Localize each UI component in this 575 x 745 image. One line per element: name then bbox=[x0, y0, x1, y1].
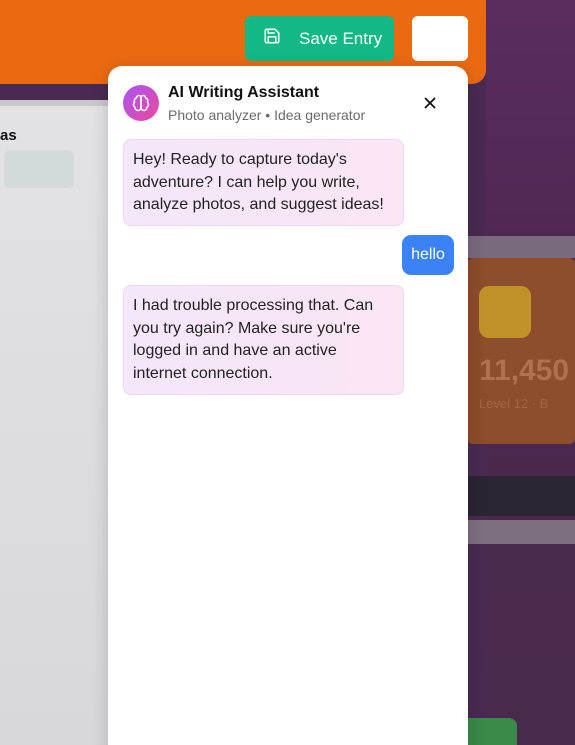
save-entry-label: Save Entry bbox=[299, 28, 383, 48]
background-left-blob bbox=[4, 150, 74, 188]
background-green-button bbox=[467, 718, 517, 745]
close-icon bbox=[424, 97, 436, 109]
background-card-subtext: Level 12 · B bbox=[479, 396, 549, 411]
background-strip bbox=[467, 520, 575, 544]
background-left-panel bbox=[0, 100, 110, 745]
background-card-number: 11,450 bbox=[479, 354, 570, 387]
toolbar-button[interactable] bbox=[412, 16, 468, 61]
brain-icon bbox=[132, 94, 150, 112]
save-entry-button[interactable]: Save Entry bbox=[245, 16, 394, 61]
assistant-title: AI Writing Assistant bbox=[168, 84, 320, 101]
ai-assistant-panel: AI Writing Assistant Photo analyzer • Id… bbox=[108, 66, 468, 745]
background-left-text: as bbox=[0, 127, 17, 144]
user-message: hello bbox=[402, 235, 454, 275]
background-strip-dark bbox=[467, 476, 575, 516]
background-strip bbox=[467, 236, 575, 258]
save-icon bbox=[263, 27, 281, 50]
assistant-subtitle: Photo analyzer • Idea generator bbox=[168, 107, 366, 123]
assistant-message: Hey! Ready to capture today's adventure?… bbox=[123, 139, 404, 226]
close-button[interactable] bbox=[421, 94, 439, 112]
assistant-message: I had trouble processing that. Can you t… bbox=[123, 285, 404, 395]
background-card-icon bbox=[479, 286, 531, 338]
background-stats-card: 11,450 Level 12 · B bbox=[467, 258, 575, 444]
assistant-avatar bbox=[123, 85, 159, 121]
background-divider bbox=[0, 100, 110, 106]
